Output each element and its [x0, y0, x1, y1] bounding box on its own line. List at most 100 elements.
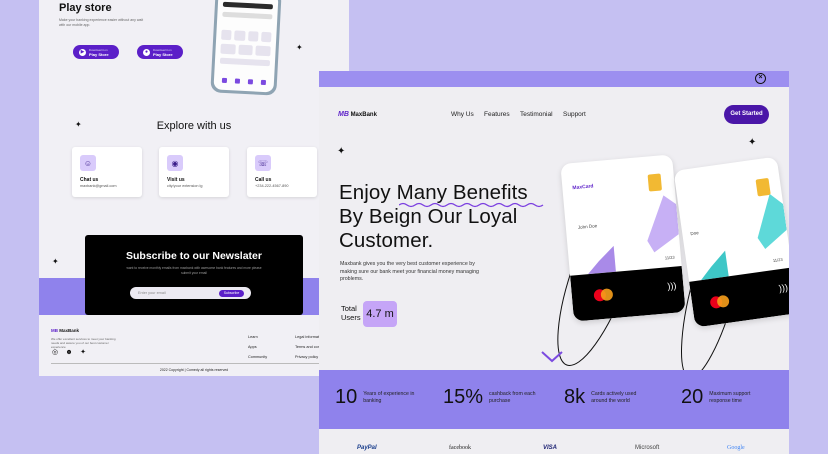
card-pattern	[700, 193, 787, 281]
footer-brand: MB MaxBank	[51, 328, 79, 333]
stat-cards: 8k Cards actively used around the world	[564, 386, 653, 409]
play-icon: ▶	[79, 48, 86, 56]
newsletter-box: Subscribe to our Newslater want to recei…	[85, 235, 303, 315]
discord-icon[interactable]: ☻	[65, 349, 73, 357]
play-store-button[interactable]: ▶ Download it on Play Store	[73, 45, 119, 59]
get-started-button[interactable]: Get Started	[724, 105, 769, 124]
hero-highlight: Many Benefits	[396, 181, 528, 204]
subscribe-button[interactable]: Subscribe	[219, 289, 244, 297]
mastercard-icon	[593, 288, 614, 302]
apple-icon: ●	[143, 48, 150, 56]
close-icon[interactable]: ×	[755, 73, 766, 84]
email-placeholder: Enter your email	[138, 290, 166, 295]
card-pattern	[588, 195, 679, 275]
newsletter-subtitle: want to receive monthly emails from maxb…	[126, 266, 262, 275]
footer-link-community[interactable]: Community	[248, 352, 267, 362]
hero-heading: Enjoy Many Benefits By Beign Our Loyal C…	[339, 181, 528, 253]
hero-line3: Customer.	[339, 229, 434, 252]
bank-card-front: MaxCard John Doe 11/23 )))	[560, 154, 686, 322]
footer-divider	[51, 363, 337, 364]
phone-mockup	[210, 0, 282, 96]
contact-card-title: Visit us	[167, 177, 185, 183]
total-users-label-2: Users	[341, 312, 361, 322]
stat-label: Cards actively used around the world	[591, 391, 637, 404]
footer-copyright: 2022 Copyright | Comedy all rights reser…	[159, 368, 229, 372]
footer-links-col1: Learn Apps Community	[248, 332, 267, 362]
contact-card-value: +234-222-4567-890	[255, 184, 289, 188]
contact-card-value: city/your extension lg	[167, 184, 203, 188]
stat-support: 20 Maximum support response time	[681, 386, 771, 409]
play-store-subtitle: Make your banking experience easier with…	[59, 18, 144, 27]
play-store-title: Play store	[59, 2, 112, 14]
footer-brand-mark: MB	[51, 328, 58, 333]
total-users-value: 4.7 m	[363, 301, 397, 327]
card-brand: MaxCard	[572, 183, 594, 192]
facebook-logo: facebook	[449, 445, 471, 451]
store-button-caption: Download it on	[89, 47, 108, 52]
paypal-logo: PayPal	[357, 445, 377, 451]
google-logo: Google	[727, 445, 745, 451]
stat-number: 15%	[443, 386, 484, 408]
logo-name: MaxBank	[350, 112, 377, 118]
brand-logo[interactable]: MB MaxBank	[338, 111, 377, 118]
sparkle-icon: ✦	[337, 146, 346, 157]
store-button-caption: Download it on	[153, 47, 172, 52]
partner-logos: PayPal facebook VISA Microsoft Google	[319, 445, 789, 454]
stat-number: 20	[681, 386, 704, 408]
instagram-icon[interactable]: ◎	[51, 349, 59, 357]
explore-title: Explore with us	[156, 120, 232, 132]
sparkle-icon: ✦	[75, 120, 82, 129]
contactless-icon: )))	[778, 282, 789, 294]
sparkle-icon: ✦	[296, 43, 303, 52]
footer-description: We offer excellent services to meet your…	[51, 337, 116, 349]
contact-card-title: Chat us	[80, 177, 99, 183]
mastercard-icon	[709, 294, 730, 310]
nav-testimonial[interactable]: Testimonial	[520, 111, 553, 118]
contact-card-visit[interactable]: ◉ Visit us city/your extension lg	[159, 147, 229, 197]
stat-label: Maximum support response time	[709, 391, 751, 404]
landing-page: × MB MaxBank Why Us Features Testimonial…	[319, 71, 789, 454]
hero-squiggle-underline	[399, 202, 544, 208]
nav-features[interactable]: Features	[484, 111, 510, 118]
stat-number: 10	[335, 386, 358, 408]
contactless-icon: )))	[666, 280, 677, 292]
footer: MB MaxBank We offer excellent services t…	[39, 315, 349, 376]
stat-cashback: 15% cashback from each purchase	[443, 386, 551, 409]
footer-link-apps[interactable]: Apps	[248, 342, 267, 352]
stats-band: 10 Years of experience in banking 15% ca…	[319, 370, 789, 429]
total-users-label: Total Users	[341, 304, 361, 322]
social-links: ◎ ☻ ✦	[51, 349, 87, 357]
card-expiry: 11/23	[664, 254, 675, 261]
nav-support[interactable]: Support	[563, 111, 586, 118]
card-chip-icon	[647, 173, 663, 192]
microsoft-logo: Microsoft	[635, 445, 660, 451]
stat-number: 8k	[564, 386, 586, 408]
newsletter-email-input[interactable]: Enter your email Subscribe	[130, 287, 251, 299]
stat-label: Years of experience in banking	[363, 391, 415, 404]
phone-icon: ☏	[255, 155, 271, 171]
footer-brand-name: MaxBank	[59, 328, 80, 333]
twitter-icon[interactable]: ✦	[79, 349, 87, 357]
hero-line2: By Beign Our Loyal	[339, 205, 518, 228]
hero-description: Maxbank gives you the very best customer…	[340, 261, 479, 282]
contact-card-call[interactable]: ☏ Call us +234-222-4567-890	[247, 147, 317, 197]
store-button-label: Play Store	[89, 51, 109, 57]
contact-card-chat[interactable]: ☺ Chat us maxbank@gmail.com	[72, 147, 142, 197]
background-page: Play store Make your banking experience …	[39, 0, 349, 376]
window-title-bar	[319, 71, 789, 87]
chat-icon: ☺	[80, 155, 96, 171]
newsletter-title: Subscribe to our Newslater	[126, 250, 262, 262]
logo-mark: MB	[338, 111, 349, 118]
visa-logo: VISA	[543, 445, 558, 451]
stat-label: cashback from each purchase	[489, 391, 536, 404]
footer-link-learn[interactable]: Learn	[248, 332, 267, 342]
stat-years: 10 Years of experience in banking	[335, 386, 425, 409]
contact-card-title: Call us	[255, 177, 272, 183]
sparkle-icon: ✦	[52, 257, 59, 266]
nav-why-us[interactable]: Why Us	[451, 111, 474, 118]
location-icon: ◉	[167, 155, 183, 171]
contact-card-value: maxbank@gmail.com	[80, 184, 117, 188]
app-store-button[interactable]: ● Download it on Play Store	[137, 45, 183, 59]
chevron-down-icon[interactable]	[541, 351, 563, 363]
store-button-label: Play Store	[153, 51, 173, 57]
